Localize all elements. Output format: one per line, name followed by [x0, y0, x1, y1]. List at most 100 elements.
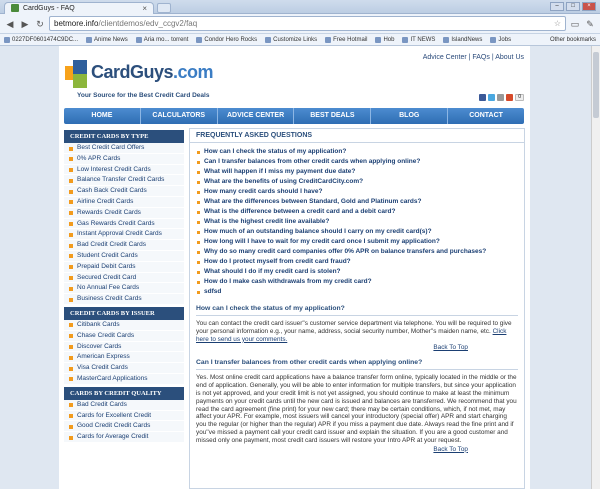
nav-item-best-deals[interactable]: BEST DEALS	[294, 108, 372, 124]
faq-question-link[interactable]: What will happen if I miss my payment du…	[196, 167, 518, 177]
faq-question-link[interactable]: How long will I have to wait for my cred…	[196, 237, 518, 247]
minimize-icon[interactable]: –	[550, 2, 564, 11]
sidebar-link[interactable]: Visa Credit Cards	[64, 363, 184, 374]
nav-item-contact[interactable]: CONTACT	[448, 108, 524, 124]
sidebar-link[interactable]: Prepaid Debit Cards	[64, 261, 184, 273]
plusone-icon[interactable]	[506, 94, 514, 101]
bookmark-item[interactable]: Anime News	[86, 36, 128, 43]
bookmark-item[interactable]: Condor Hero Rocks	[196, 36, 257, 43]
wrench-icon[interactable]: ✎	[584, 18, 596, 30]
bookmark-label: IT NEWS	[410, 36, 436, 43]
sidebar-link[interactable]: Chase Credit Cards	[64, 330, 184, 342]
sidebar-link[interactable]: Bad Credit Credit Cards	[64, 240, 184, 251]
forward-arrow-icon[interactable]: ▶	[19, 18, 31, 30]
nav-item-calculators[interactable]: CALCULATORS	[141, 108, 218, 124]
bookmark-label: Jobs	[498, 36, 512, 43]
back-arrow-icon[interactable]: ◀	[4, 18, 16, 30]
sidebar-link[interactable]: Discover Cards	[64, 341, 184, 353]
main-nav: HOME CALCULATORS ADVICE CENTER BEST DEALS BL…	[64, 108, 524, 124]
window-controls: – □ ×	[550, 2, 596, 11]
sidebar-link[interactable]: Low Interest Credit Cards	[64, 164, 184, 176]
twitter-icon[interactable]	[488, 94, 496, 101]
close-window-icon[interactable]: ×	[582, 2, 596, 11]
sidebar-link[interactable]: Secured Credit Card	[64, 272, 184, 284]
sidebar-link[interactable]: Cards for Average Credit	[64, 432, 184, 443]
faq-question-link[interactable]: What is the highest credit line availabl…	[196, 217, 518, 227]
bookmark-icon	[443, 36, 450, 43]
bookmark-label: Customize Links	[273, 36, 318, 43]
faq-content: FREQUENTLY ASKED QUESTIONS How can I che…	[189, 128, 525, 489]
sidebar-link[interactable]: Rewards Credit Cards	[64, 207, 184, 219]
sidebar-link[interactable]: Business Credit Cards	[64, 294, 184, 305]
share-icon[interactable]	[497, 94, 505, 101]
nav-item-advice-center[interactable]: ADVICE CENTER	[218, 108, 295, 124]
bookmark-item[interactable]: IslandNews	[443, 36, 483, 43]
sidebar-link[interactable]: Student Credit Cards	[64, 250, 184, 262]
answer-question: How can I check the status of my applica…	[196, 305, 518, 316]
bookmark-item[interactable]: 0227DF0601474C9DC...	[4, 36, 78, 43]
sidebar-link[interactable]: Gas Rewards Credit Cards	[64, 218, 184, 230]
browser-tab[interactable]: CardGuys - FAQ ×	[4, 1, 154, 14]
sidebar-link[interactable]: Bad Credit Cards	[64, 399, 184, 411]
page-menu-icon[interactable]: ▭	[569, 18, 581, 30]
top-links[interactable]: Advice Center | FAQs | About Us	[423, 54, 524, 61]
faq-question-link[interactable]: How much of an outstanding balance shoul…	[196, 227, 518, 237]
bookmark-item[interactable]: Aria mo... torrent	[135, 36, 188, 43]
nav-item-blog[interactable]: BLOG	[371, 108, 449, 124]
site-logo[interactable]: CardGuys.com Your Source for the Best Cr…	[65, 60, 214, 110]
bookmark-item[interactable]: Hob	[375, 36, 394, 43]
close-tab-icon[interactable]: ×	[142, 4, 147, 13]
sidebar-link[interactable]: Best Credit Card Offers	[64, 143, 184, 154]
site-tagline: Your Source for the Best Credit Card Dea…	[77, 92, 210, 99]
faq-question-link[interactable]: How can I check the status of my applica…	[196, 147, 518, 157]
faq-question-link[interactable]: What is the difference between a credit …	[196, 207, 518, 217]
sidebar-link[interactable]: MasterCard Applications	[64, 373, 184, 385]
bookmark-item[interactable]: Free Hotmail	[325, 36, 367, 43]
sidebar-link[interactable]: Airline Credit Cards	[64, 196, 184, 208]
bookmark-item[interactable]: Customize Links	[265, 36, 318, 43]
sidebar-link[interactable]: 0% APR Cards	[64, 153, 184, 165]
reload-icon[interactable]: ↻	[34, 18, 46, 30]
faq-question-link[interactable]: Why do so many credit card companies off…	[196, 247, 518, 257]
sidebar-link[interactable]: Good Credit Credit Cards	[64, 421, 184, 433]
nav-item-home[interactable]: HOME	[64, 108, 141, 124]
back-to-top-link[interactable]: Back To Top	[196, 344, 518, 351]
faq-question-link[interactable]: How do I make cash withdrawals from my c…	[196, 277, 518, 287]
sidebar-link[interactable]: Cash Back Credit Cards	[64, 186, 184, 197]
address-bar[interactable]: betmore.info/clientdemos/edv_ccgv2/faq ☆	[49, 16, 566, 31]
sidebar-link[interactable]: Cards for Excellent Credit	[64, 410, 184, 422]
faq-question-link[interactable]: Can I transfer balances from other credi…	[196, 157, 518, 167]
bookmark-icon	[135, 36, 142, 43]
sidebar-link[interactable]: American Express	[64, 352, 184, 364]
browser-toolbar: ◀ ▶ ↻ betmore.info/clientdemos/edv_ccgv2…	[0, 14, 600, 34]
faq-question-link[interactable]: sdfsd	[196, 287, 518, 297]
sidebar-link[interactable]: No Annual Fee Cards	[64, 283, 184, 295]
faq-question-link[interactable]: What are the differences between Standar…	[196, 197, 518, 207]
vertical-scrollbar[interactable]	[591, 46, 600, 489]
sidebar-link[interactable]: Citibank Cards	[64, 319, 184, 331]
bookmark-label: Anime News	[94, 36, 128, 43]
logo-text: CardGuys.com	[91, 62, 214, 83]
url-path: /clientdemos/edv_ccgv2/faq	[98, 19, 198, 28]
bookmark-item[interactable]: IT NEWS	[402, 36, 436, 43]
sidebar-link[interactable]: Instant Approval Credit Cards	[64, 229, 184, 241]
sidebar-link[interactable]: Balance Transfer Credit Cards	[64, 175, 184, 187]
bookmark-item[interactable]: Jobs	[490, 36, 512, 43]
faq-question-link[interactable]: How do I protect myself from credit card…	[196, 257, 518, 267]
logo-square-blue	[73, 60, 87, 74]
other-bookmarks[interactable]: Other bookmarks	[550, 37, 596, 43]
logo-name: CardGuys	[91, 62, 174, 82]
new-tab-button[interactable]	[157, 3, 171, 13]
bookmarks-bar: 0227DF0601474C9DC... Anime News Aria mo...…	[0, 34, 600, 46]
logo-tld: .com	[173, 62, 214, 82]
facebook-icon[interactable]	[479, 94, 487, 101]
scrollbar-thumb[interactable]	[593, 52, 599, 118]
faq-question-link[interactable]: What are the benefits of using CreditCar…	[196, 177, 518, 187]
bookmark-star-icon[interactable]: ☆	[554, 19, 561, 28]
maximize-icon[interactable]: □	[566, 2, 580, 11]
answer-text: You can contact the credit card issuer''…	[196, 316, 518, 343]
faq-question-link[interactable]: How many credit cards should I have?	[196, 187, 518, 197]
faq-question-link[interactable]: What should I do if my credit card is st…	[196, 267, 518, 277]
bookmark-label: IslandNews	[451, 36, 483, 43]
back-to-top-link[interactable]: Back To Top	[196, 446, 518, 453]
